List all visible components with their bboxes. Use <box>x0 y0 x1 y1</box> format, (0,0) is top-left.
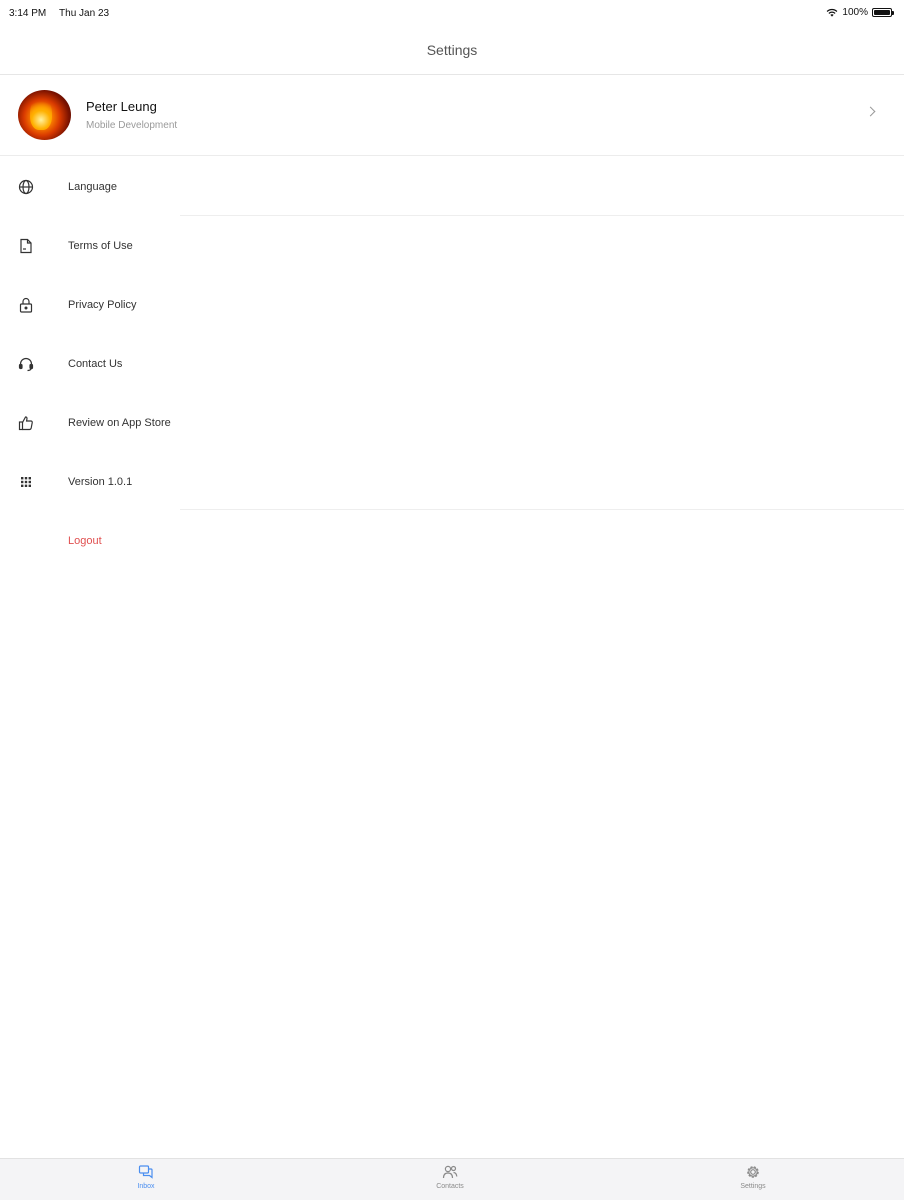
tab-settings[interactable]: Settings <box>713 1164 793 1190</box>
profile-subtitle: Mobile Development <box>86 120 178 131</box>
menu-item-privacy-policy[interactable]: Privacy Policy <box>0 275 904 334</box>
wifi-icon <box>827 8 838 17</box>
logout-button[interactable]: Logout <box>0 511 904 570</box>
nav-bar: Settings <box>0 26 904 75</box>
tab-label: Settings <box>740 1183 766 1190</box>
menu-item-version: Version 1.0.1 <box>0 452 904 511</box>
tab-inbox[interactable]: Inbox <box>106 1164 186 1190</box>
thumbs-up-icon <box>17 414 35 432</box>
menu-item-label: Language <box>68 181 117 193</box>
profile-row[interactable]: Peter Leung Mobile Development <box>0 76 904 156</box>
globe-icon <box>17 178 35 196</box>
tab-label: Inbox <box>137 1183 155 1190</box>
logout-label: Logout <box>68 535 102 547</box>
divider <box>180 509 904 510</box>
version-label: Version 1.0.1 <box>68 476 133 488</box>
grid-icon <box>17 473 35 491</box>
menu-item-terms-of-use[interactable]: Terms of Use <box>0 216 904 275</box>
menu-item-label: Review on App Store <box>68 417 171 429</box>
status-right: 100% <box>826 7 894 18</box>
status-time: 3:14 PM <box>9 8 47 19</box>
contacts-icon <box>442 1165 458 1179</box>
page-title: Settings <box>426 42 478 58</box>
menu-item-label: Contact Us <box>68 358 123 370</box>
chevron-right-icon <box>865 106 876 117</box>
menu-item-label: Terms of Use <box>68 240 133 252</box>
gear-icon <box>747 1166 759 1178</box>
battery-percent: 100% <box>842 7 868 18</box>
tab-label: Contacts <box>436 1183 464 1190</box>
headset-icon <box>17 355 35 373</box>
battery-fill <box>874 10 890 15</box>
tab-contacts[interactable]: Contacts <box>410 1164 490 1190</box>
menu-item-label: Privacy Policy <box>68 299 137 311</box>
tab-bar: Inbox Contacts Settings <box>0 1158 904 1200</box>
profile-name: Peter Leung <box>86 99 157 114</box>
menu-item-language[interactable]: Language <box>0 157 904 216</box>
status-date: Thu Jan 23 <box>59 8 110 19</box>
settings-menu: Language Terms of Use Privacy Policy Con… <box>0 157 904 570</box>
menu-item-review-app-store[interactable]: Review on App Store <box>0 393 904 452</box>
status-bar: 3:14 PM Thu Jan 23 100% <box>0 0 904 26</box>
lock-icon <box>17 296 35 314</box>
status-left: 3:14 PM Thu Jan 23 <box>9 8 109 19</box>
document-icon <box>17 237 35 255</box>
menu-item-contact-us[interactable]: Contact Us <box>0 334 904 393</box>
avatar <box>18 90 71 140</box>
battery-icon <box>872 8 894 17</box>
chat-icon <box>138 1165 153 1179</box>
